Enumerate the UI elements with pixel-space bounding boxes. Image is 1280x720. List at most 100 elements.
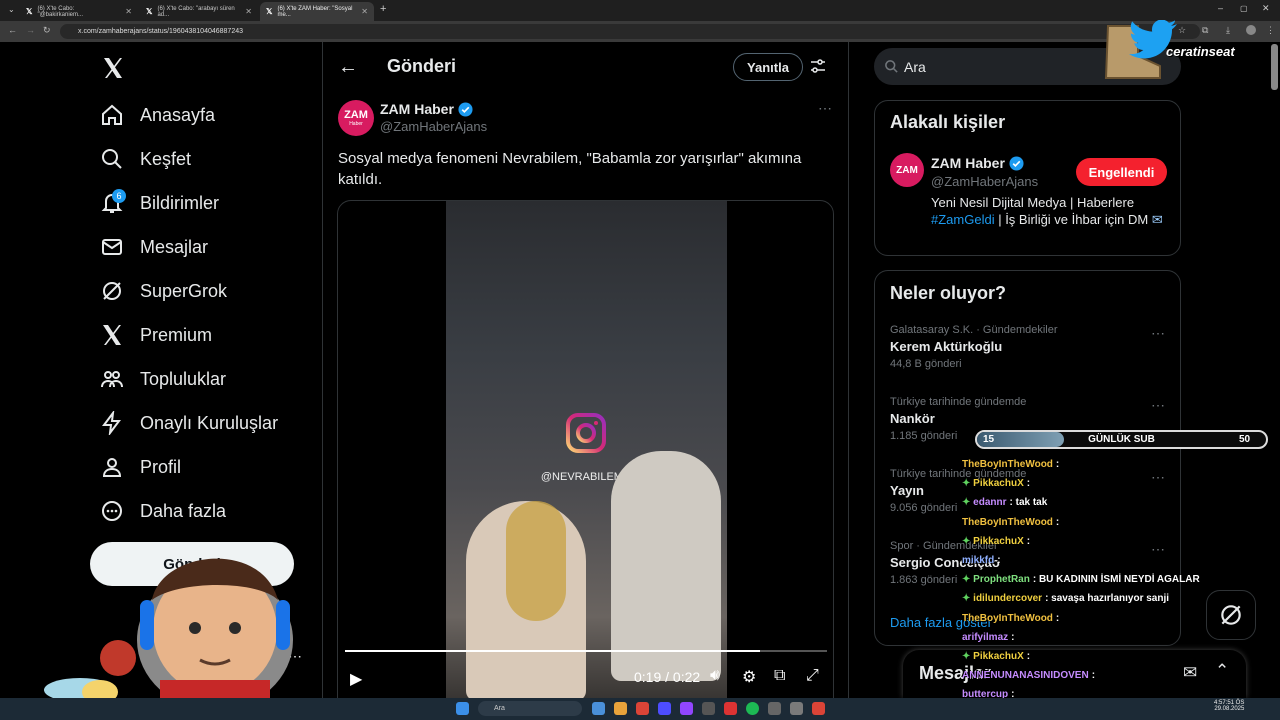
back-arrow-icon[interactable]: ← (338, 56, 358, 79)
minimize-icon[interactable]: – (1218, 3, 1223, 13)
notification-badge: 6 (112, 189, 126, 203)
chat-message: : BU KADININ İSMİ NEYDİ AGALAR (1032, 574, 1200, 586)
sidebar-item-supergrok[interactable]: SuperGrok (100, 276, 227, 306)
maximize-icon[interactable]: ▢ (1240, 4, 1248, 13)
sidebar-item-label: Anasayfa (140, 104, 216, 125)
related-handle: @ZamHaberAjans (931, 174, 1039, 189)
browser-tab-2[interactable]: 𝕏 (6) X'te Cabo: "arabayı süren ad... ✕ (140, 2, 258, 21)
author-avatar[interactable]: ZAM Haber (338, 100, 374, 136)
chat-badge-icon: ✦ (962, 593, 974, 605)
trend-more-icon[interactable]: ⋯ (1151, 469, 1166, 486)
close-window-icon[interactable]: ✕ (1262, 3, 1270, 14)
expand-up-icon[interactable]: ⌃ (1215, 661, 1229, 681)
sidebar-item-home[interactable]: Anasayfa (100, 100, 215, 130)
sidebar-item-verified-orgs[interactable]: Onaylı Kuruluşlar (100, 408, 278, 438)
discord-icon[interactable] (658, 702, 671, 715)
obs-icon[interactable] (702, 702, 715, 715)
sub-goal-label: GÜNLÜK SUB (1088, 434, 1155, 445)
sidebar-item-label: Profil (140, 456, 182, 477)
taskbar-clock[interactable]: 4:57:51 ÖS 29.08.2025 (1214, 700, 1244, 712)
volume-icon[interactable]: 🔊︎ (710, 667, 720, 685)
page-scrollbar-thumb[interactable] (1271, 44, 1278, 90)
gear-icon[interactable]: ⚙ (742, 667, 756, 687)
grok-floating-button[interactable] (1206, 590, 1256, 640)
sidebar-item-premium[interactable]: Premium (100, 320, 212, 350)
settings-sliders-icon[interactable] (810, 58, 826, 79)
folder-icon[interactable] (614, 702, 627, 715)
chat-line: TheBoyInTheWood: (962, 613, 1059, 624)
app-icon[interactable] (724, 702, 737, 715)
address-bar[interactable]: x.com/zamhaberajans/status/1960438104046… (60, 24, 1200, 39)
trend-more-icon[interactable]: ⋯ (1151, 397, 1166, 414)
play-icon[interactable]: ▶ (350, 669, 362, 689)
pip-icon[interactable]: ⧉ (774, 667, 785, 685)
chrome-icon-2[interactable] (812, 702, 825, 715)
related-bio: Yeni Nesil Dijital Medya | Haberlere #Za… (931, 194, 1171, 228)
x-logo-icon: 𝕏 (26, 7, 33, 16)
chat-line: ✦ ProphetRan: BU KADININ İSMİ NEYDİ AGAL… (962, 574, 1200, 585)
related-name[interactable]: ZAM Haber (931, 155, 1024, 171)
author-name[interactable]: ZAM Haber (380, 101, 473, 117)
chat-message: : (1026, 478, 1031, 490)
close-icon[interactable]: ✕ (125, 7, 132, 16)
windows-start-icon[interactable] (456, 702, 469, 715)
chat-line: ✦ PikkachuX: (962, 651, 1030, 662)
x-logo-icon[interactable] (100, 56, 126, 85)
video-person-right (611, 451, 721, 681)
sidebar-item-communities[interactable]: Topluluklar (100, 364, 226, 394)
forward-icon[interactable]: → (26, 25, 35, 35)
back-icon[interactable]: ← (8, 25, 17, 35)
post-more-icon[interactable]: ⋯ (818, 100, 832, 117)
trend-more-icon[interactable]: ⋯ (1151, 325, 1166, 342)
related-avatar[interactable]: ZAM (890, 153, 924, 187)
daily-sub-goal-bar: 15 GÜNLÜK SUB 50 (975, 430, 1268, 449)
spotify-icon[interactable] (746, 702, 759, 715)
new-tab-icon[interactable]: + (380, 3, 386, 15)
sidebar-item-profile[interactable]: Profil (100, 452, 181, 482)
tab-menu-icon[interactable]: ⌄ (8, 5, 15, 14)
bio-hashtag-link[interactable]: #ZamGeldi (931, 212, 995, 227)
twitch-icon[interactable] (680, 702, 693, 715)
reply-button[interactable]: Yanıtla (733, 53, 803, 81)
browser-tab-1[interactable]: 𝕏 (6) X'te Cabo: "@bakirkaniem... ✕ (20, 2, 138, 21)
blocked-button[interactable]: Engellendi (1076, 158, 1167, 186)
edge-icon[interactable] (592, 702, 605, 715)
reload-icon[interactable]: ↻ (43, 25, 51, 36)
grok-icon (103, 282, 121, 300)
chat-username: TheBoyInTheWood (962, 459, 1053, 470)
app-icon-2[interactable] (790, 702, 803, 715)
video-progress-track[interactable] (345, 650, 827, 652)
fullscreen-icon[interactable]: ⤢ (806, 667, 819, 685)
chat-username: ANNENUNANASINIDOVEN (962, 670, 1089, 682)
tab-title: (6) X'te ZAM Haber: "Sosyal me... (277, 5, 353, 18)
chrome-icon[interactable] (636, 702, 649, 715)
author-logo-subtext: Haber (349, 120, 363, 127)
trend-meta: Türkiye tarihinde gündemde (890, 396, 1027, 408)
chat-username: PikkachuX (973, 478, 1024, 490)
taskbar-search[interactable]: Ara (478, 701, 582, 716)
browser-toolbar: ← → ↻ x.com/zamhaberajans/status/1960438… (0, 21, 1280, 42)
sidebar-item-notifications[interactable]: 6 Bildirimler (100, 188, 219, 218)
taskbar-date: 29.08.2025 (1214, 706, 1245, 712)
video-player[interactable]: @NEVRABILEMM ▶ 0:19 / 0:22 🔊︎ ⚙ ⧉ ⤢ (337, 200, 834, 720)
steam-icon[interactable] (768, 702, 781, 715)
trend-title: Kerem Aktürkoğlu (890, 339, 1003, 354)
sidebar-item-label: Premium (140, 324, 213, 345)
trend-more-icon[interactable]: ⋯ (1151, 541, 1166, 558)
author-handle: @ZamHaberAjans (380, 119, 488, 134)
close-icon[interactable]: ✕ (361, 7, 368, 16)
tab-title: (6) X'te Cabo: "@bakirkaniem... (37, 5, 84, 18)
tab-title: (6) X'te Cabo: "arabayı süren ad... (157, 5, 235, 18)
whats-happening-card: Neler oluyor? Galatasaray S.K. · Gündemd… (874, 270, 1181, 646)
new-message-icon[interactable]: ✉ (1183, 663, 1197, 683)
url-text: x.com/zamhaberajans/status/1960438104046… (78, 28, 244, 35)
close-icon[interactable]: ✕ (245, 7, 252, 16)
verified-badge-icon (458, 101, 473, 117)
chat-message: : (1026, 651, 1031, 662)
bio-text: Yeni Nesil Dijital Medya | Haberlere (931, 195, 1135, 210)
page-title: Gönderi (387, 56, 457, 76)
sidebar-item-messages[interactable]: Mesajlar (100, 232, 208, 262)
sidebar-item-explore[interactable]: Keşfet (100, 144, 191, 174)
trend-item[interactable]: Galatasaray S.K. · Gündemdekiler Kerem A… (890, 324, 1058, 370)
browser-tab-3[interactable]: 𝕏 (6) X'te ZAM Haber: "Sosyal me... ✕ (260, 2, 374, 21)
